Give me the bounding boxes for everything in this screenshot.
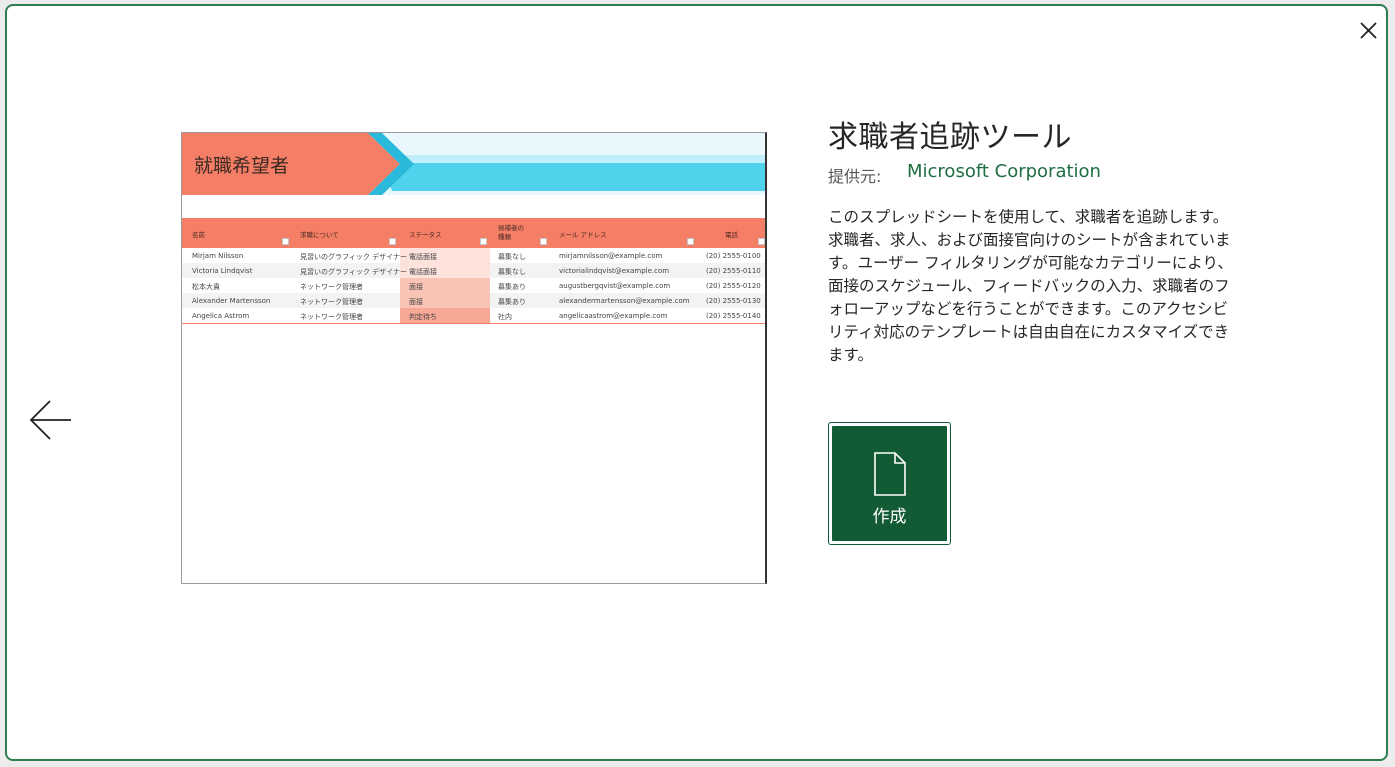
filter-dropdown-icon (758, 238, 765, 245)
provider-label: 提供元: (828, 167, 882, 186)
preview-cell: Victoria Lindqvist (192, 267, 253, 275)
close-button[interactable] (1354, 16, 1384, 46)
preview-table-bottom-border (182, 323, 765, 324)
preview-cell: ネットワーク管理者 (300, 298, 363, 306)
preview-cell: Angelica Astrom (192, 312, 250, 320)
preview-cell: 見習いのグラフィック デザイナー (300, 253, 407, 261)
preview-cell: augustbergqvist@example.com (559, 282, 671, 290)
close-icon (1360, 22, 1377, 39)
provider-link[interactable]: Microsoft Corporation (907, 161, 1101, 182)
preview-header-cell: 求職について (300, 231, 339, 239)
preview-cell: 社内 (498, 313, 512, 321)
preview-cell: 判定待ち (409, 313, 437, 321)
preview-cell: victorialindqvist@example.com (559, 267, 670, 275)
preview-row: Alexander Martensson ネットワーク管理者 面接 募集あり a… (182, 293, 765, 308)
preview-cell: 面接 (409, 298, 423, 306)
preview-cell: Alexander Martensson (192, 297, 271, 305)
preview-row: Mirjam Nilsson 見習いのグラフィック デザイナー 電話面接 募集な… (182, 248, 765, 263)
preview-sheet-title: 就職希望者 (194, 155, 290, 177)
preview-cell: 見習いのグラフィック デザイナー (300, 268, 407, 276)
preview-cell: (20) 2555-0130 (706, 297, 761, 305)
previous-template-button[interactable] (25, 394, 77, 446)
preview-cell: (20) 2555-0100 (706, 252, 761, 260)
preview-cell: ネットワーク管理者 (300, 313, 363, 321)
preview-cell: (20) 2555-0110 (706, 267, 761, 275)
create-button[interactable]: 作成 (828, 422, 951, 545)
preview-cell: (20) 2555-0140 (706, 312, 761, 320)
template-preview-image: 就職希望者 名前 求職について ステータス 候補者の種類 メール アドレス 電話… (181, 132, 767, 584)
create-button-face: 作成 (832, 426, 947, 541)
preview-cell: (20) 2555-0120 (706, 282, 761, 290)
preview-header-cell: 名前 (192, 231, 205, 239)
template-title: 求職者追跡ツール (828, 120, 1072, 155)
preview-cell: 募集あり (498, 283, 526, 291)
filter-dropdown-icon (540, 238, 547, 245)
preview-header-cell: メール アドレス (559, 231, 607, 239)
preview-row: Victoria Lindqvist 見習いのグラフィック デザイナー 電話面接… (182, 263, 765, 278)
preview-cell: Mirjam Nilsson (192, 252, 244, 260)
preview-header-cell: 電話 (725, 231, 738, 239)
preview-table-header: 名前 求職について ステータス 候補者の種類 メール アドレス 電話 (182, 218, 765, 248)
preview-cell: alexandermartensson@example.com (559, 297, 690, 305)
preview-cell: 募集あり (498, 298, 526, 306)
filter-dropdown-icon (480, 238, 487, 245)
template-dialog: 就職希望者 名前 求職について ステータス 候補者の種類 メール アドレス 電話… (5, 4, 1388, 761)
preview-cell: mirjamnilsson@example.com (559, 252, 663, 260)
preview-cell: 募集なし (498, 268, 526, 276)
preview-cell: 電話面接 (409, 253, 437, 261)
preview-row: Angelica Astrom ネットワーク管理者 判定待ち 社内 angeli… (182, 308, 765, 323)
preview-table: 名前 求職について ステータス 候補者の種類 メール アドレス 電話 Mirja… (182, 218, 765, 324)
template-description: このスプレッドシートを使用して、求職者を追跡します。求職者、求人、および面接官向… (828, 208, 1233, 364)
preview-cell: 松本大貴 (192, 283, 220, 291)
preview-cell: 募集なし (498, 253, 526, 261)
filter-dropdown-icon (389, 238, 396, 245)
filter-dropdown-icon (282, 238, 289, 245)
preview-header-cell: 候補者の種類 (498, 224, 524, 241)
preview-cell: angelicaastrom@example.com (559, 312, 668, 320)
preview-cell: 面接 (409, 283, 423, 291)
create-button-label: 作成 (872, 507, 907, 527)
arrow-left-icon (29, 400, 71, 440)
preview-cell: 電話面接 (409, 268, 437, 276)
preview-header-cell: ステータス (409, 231, 442, 239)
filter-dropdown-icon (687, 238, 694, 245)
preview-cell: ネットワーク管理者 (300, 283, 363, 291)
document-icon (874, 452, 906, 496)
preview-row: 松本大貴 ネットワーク管理者 面接 募集あり augustbergqvist@e… (182, 278, 765, 293)
